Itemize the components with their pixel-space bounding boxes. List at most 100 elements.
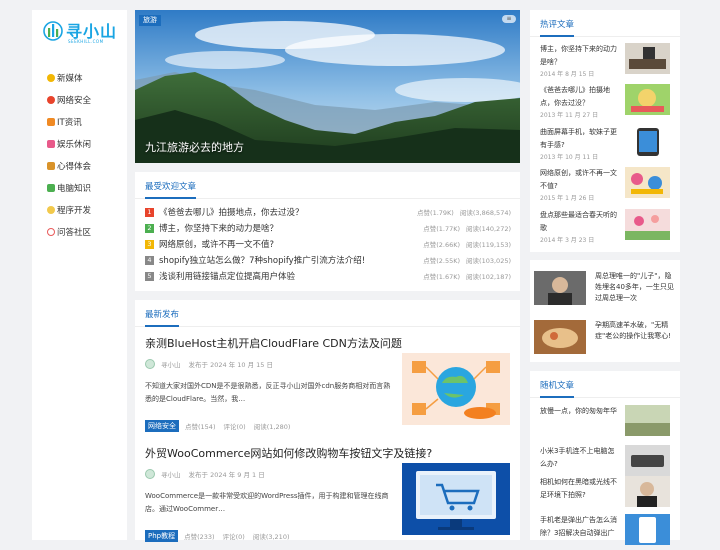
like-count[interactable]: 点赞(154) [185,421,215,431]
random-article-title[interactable]: 小米3手机连不上电脑怎么办? [540,445,620,471]
hot-article-item[interactable]: 《爸爸去哪儿》拍摄地点，你去过没？ 2013 年 11 月 27 日 [540,84,672,126]
sidebar: 寻小山 SEEKHILL.COM 新媒体 网络安全 IT资讯 娱乐休闲 心得体会… [32,10,127,540]
nav-label: 心得体会 [57,162,92,172]
news-thumbnail[interactable] [534,320,586,354]
section-title: 最新发布 [145,308,180,327]
popular-item[interactable]: 4 shopify独立站怎么做？7种shopify推广引流方法介绍! 点赞(2.… [145,252,511,268]
hero-banner[interactable]: 旅游 ≡ 九江旅游必去的地方 [135,10,520,163]
hot-articles: 热评文章 博主，你坚持下来的动力是啥？ 2014 年 8 月 15 日 《爸爸去… [530,10,680,252]
random-article-item[interactable]: 相机如何在黑暗或光线不足环境下拍照? [540,476,672,512]
hero-title[interactable]: 九江旅游必去的地方 [145,139,244,155]
hot-article-date: 2015 年 1 月 26 日 [540,195,595,202]
question-icon [47,228,55,236]
article-thumbnail[interactable] [402,463,510,535]
hero-category-tag[interactable]: 旅游 [139,15,161,26]
article-title[interactable]: 外贸WooCommerce网站如何修改购物车按钮文字及链接? [145,445,432,461]
random-article-item[interactable]: 手机老是弹出广告怎么消除？3招解决自动弹出广 [540,514,672,550]
read-count: 阅读(102,187) [466,273,511,281]
publish-date: 发布于 2024 年 10 月 15 日 [188,361,273,369]
popular-item-title[interactable]: 《爸爸去哪儿》拍摄地点，你去过没？ [159,206,411,218]
popular-item[interactable]: 1 《爸爸去哪儿》拍摄地点，你去过没？ 点赞(1.79K) 阅读(3,868,57… [145,204,511,220]
article-excerpt: WooCommerce是一款非常受欢迎的WordPress插件，用于构建和管理在… [145,492,389,513]
food-photo [534,320,586,354]
desk-photo [625,43,670,74]
phone-ad-image [625,514,670,545]
rank-badge: 4 [145,255,154,265]
popular-item-title[interactable]: 博主，你坚持下来的动力是啥？ [159,222,417,234]
hot-article-date: 2013 年 11 月 27 日 [540,112,599,119]
popular-item-title[interactable]: 浅谈利用链接锚点定位提高用户体验 [159,270,417,282]
popular-item-meta: 点赞(2.66K) 阅读(119,153) [417,239,511,249]
logo-subtext: SEEKHILL.COM [68,39,104,44]
nav-item-it-news[interactable]: IT资讯 [32,111,127,133]
hot-article-date: 2014 年 3 月 23 日 [540,237,595,244]
avatar[interactable] [145,469,155,479]
hot-article-title[interactable]: 网络原创，或许不再一文不值? [540,167,622,193]
random-article-thumbnail[interactable] [625,476,670,507]
news-title[interactable]: 孕期高速羊水破，"无精症"老公的操作让我寒心! [595,320,676,342]
hot-article-thumbnail[interactable] [625,84,670,115]
random-article-thumbnail[interactable] [625,514,670,545]
avatar[interactable] [145,359,155,369]
article-author-line: 寻小山 发布于 2024 年 10 月 15 日 [145,359,273,369]
nav-item-entertainment[interactable]: 娱乐休闲 [32,133,127,155]
nav-item-new-media[interactable]: 新媒体 [32,67,127,89]
author-name[interactable]: 寻小山 [161,469,181,479]
popular-item[interactable]: 2 博主，你坚持下来的动力是啥？ 点赞(1.77K) 阅读(140,272) [145,220,511,236]
random-article-thumbnail[interactable] [625,445,670,476]
popular-item-title[interactable]: shopify独立站怎么做？7种shopify推广引流方法介绍! [159,254,417,266]
hot-article-thumbnail[interactable] [625,209,670,240]
popular-item-meta: 点赞(2.55K) 阅读(103,025) [417,255,511,265]
category-tag[interactable]: 网络安全 [145,420,179,432]
random-article-title[interactable]: 相机如何在黑暗或光线不足环境下拍照? [540,476,620,502]
featured-news: 周总理唯一的"儿子"，隐姓埋名40多年，一生只见过周总理一次 孕期高速羊水破，"… [530,260,680,362]
nav-item-computer[interactable]: 电脑知识 [32,177,127,199]
popular-item[interactable]: 5 浅谈利用链接锚点定位提高用户体验 点赞(1.67K) 阅读(102,187) [145,268,511,284]
hot-article-thumbnail[interactable] [625,126,670,157]
nav-item-qa[interactable]: 问答社区 [32,221,127,243]
news-title[interactable]: 周总理唯一的"儿子"，隐姓埋名40多年，一生只见过周总理一次 [595,271,676,304]
portrait-photo [534,271,586,305]
hot-article-thumbnail[interactable] [625,43,670,74]
hot-article-item[interactable]: 博主，你坚持下来的动力是啥？ 2014 年 8 月 15 日 [540,43,672,85]
random-article-thumbnail[interactable] [625,405,670,436]
read-count: 阅读(140,272) [466,225,511,233]
nav-item-experience[interactable]: 心得体会 [32,155,127,177]
random-article-item[interactable]: 放慢一点，你的匆匆年华 [540,405,672,441]
hot-article-title[interactable]: 盘点那些最适合春天听的歌 [540,209,622,235]
nav-item-programming[interactable]: 程序开发 [32,199,127,221]
hot-article-thumbnail[interactable] [625,167,670,198]
section-header: 随机文章 [530,371,680,398]
site-logo[interactable]: 寻小山 SEEKHILL.COM [43,18,118,48]
random-article-title[interactable]: 放慢一点，你的匆匆年华 [540,405,620,418]
news-item[interactable]: 孕期高速羊水破，"无精症"老公的操作让我寒心! [534,320,676,356]
section-header: 热评文章 [530,10,680,37]
nav-label: 程序开发 [57,206,92,216]
nav-item-network-security[interactable]: 网络安全 [32,89,127,111]
section-title: 热评文章 [540,18,575,37]
hot-article-title[interactable]: 《爸爸去哪儿》拍摄地点，你去过没？ [540,84,622,110]
news-thumbnail[interactable] [534,271,586,305]
article-card: 外贸WooCommerce网站如何修改购物车按钮文字及链接? 寻小山 发布于 2… [145,445,515,545]
popular-item-title[interactable]: 网络原创，或许不再一文不值? [159,238,417,250]
popular-item-meta: 点赞(1.79K) 阅读(3,868,574) [411,207,511,217]
news-item[interactable]: 周总理唯一的"儿子"，隐姓埋名40多年，一生只见过周总理一次 [534,271,676,307]
section-header: 最新发布 [135,300,520,327]
rank-badge: 2 [145,223,154,233]
article-title[interactable]: 亲测BlueHost主机开启CloudFlare CDN方法及问题 [145,335,402,351]
category-tag[interactable]: Php教程 [145,530,179,542]
new-media-icon [47,74,55,82]
random-article-title[interactable]: 手机老是弹出广告怎么消除？3招解决自动弹出广 [540,514,620,540]
author-name[interactable]: 寻小山 [161,359,181,369]
hero-menu-icon[interactable]: ≡ [502,15,516,23]
like-count: 点赞(2.66K) [423,241,461,249]
hot-article-item[interactable]: 网络原创，或许不再一文不值? 2015 年 1 月 26 日 [540,167,672,209]
section-title: 最受欢迎文章 [145,180,197,199]
hot-article-item[interactable]: 盘点那些最适合春天听的歌 2014 年 3 月 23 日 [540,209,672,251]
article-thumbnail[interactable] [402,353,510,425]
hot-article-item[interactable]: 曲面屏幕手机，软妹子更有手感? 2013 年 10 月 11 日 [540,126,672,168]
hot-article-title[interactable]: 博主，你坚持下来的动力是啥？ [540,43,622,69]
article-author-line: 寻小山 发布于 2024 年 9 月 1 日 [145,469,265,479]
hot-article-title[interactable]: 曲面屏幕手机，软妹子更有手感? [540,126,622,152]
popular-item[interactable]: 3 网络原创，或许不再一文不值? 点赞(2.66K) 阅读(119,153) [145,236,511,252]
